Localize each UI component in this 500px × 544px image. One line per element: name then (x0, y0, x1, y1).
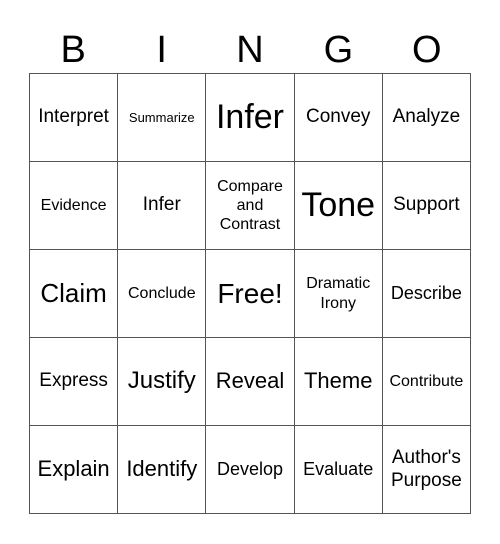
bingo-cell: Claim (30, 250, 119, 338)
bingo-cell: Theme (294, 338, 383, 426)
free-space: Free! (206, 250, 295, 338)
bingo-cell: Evidence (30, 162, 119, 250)
header-letter-i: I (156, 29, 167, 71)
bingo-cell: Tone (294, 162, 383, 250)
header-letter-b: B (60, 29, 86, 71)
bingo-cell: Evaluate (294, 426, 383, 514)
bingo-header: B I N G O (29, 28, 471, 72)
bingo-cell: Infer (206, 74, 295, 162)
bingo-cell: Justify (118, 338, 207, 426)
bingo-cell: Develop (206, 426, 295, 514)
bingo-cell: Summarize (118, 74, 207, 162)
bingo-grid: Interpret Summarize Infer Convey Analyze… (29, 73, 471, 514)
bingo-cell: Reveal (206, 338, 295, 426)
bingo-cell: Dramatic Irony (294, 250, 383, 338)
bingo-cell: Contribute (382, 338, 471, 426)
bingo-cell: Author's Purpose (382, 426, 471, 514)
header-letter-g: G (323, 29, 354, 71)
bingo-cell: Infer (118, 162, 207, 250)
bingo-cell: Analyze (382, 74, 471, 162)
header-letter-o: O (412, 29, 442, 71)
bingo-cell: Conclude (118, 250, 207, 338)
bingo-cell: Compare and Contrast (206, 162, 295, 250)
bingo-cell: Express (30, 338, 119, 426)
header-letter-n: N (236, 29, 264, 71)
bingo-cell: Describe (382, 250, 471, 338)
bingo-cell: Identify (118, 426, 207, 514)
bingo-cell: Explain (30, 426, 119, 514)
bingo-cell: Interpret (30, 74, 119, 162)
bingo-cell: Convey (294, 74, 383, 162)
bingo-cell: Support (382, 162, 471, 250)
